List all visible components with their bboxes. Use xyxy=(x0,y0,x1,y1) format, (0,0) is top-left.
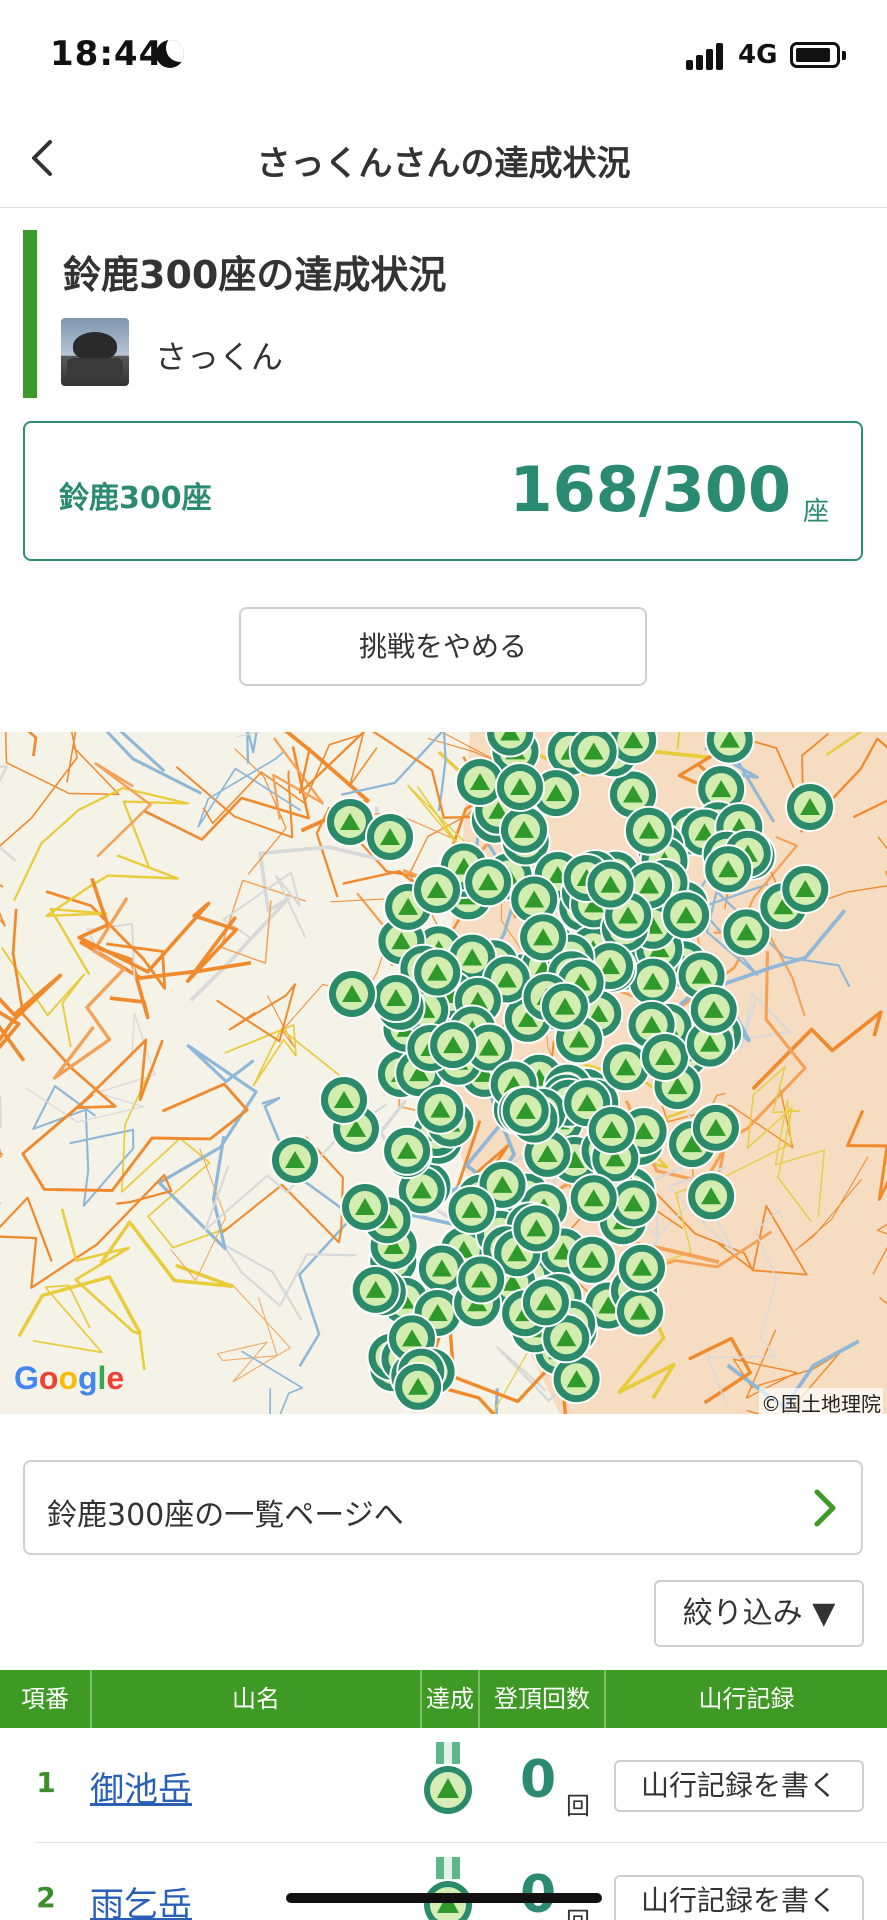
summit-marker[interactable] xyxy=(495,762,545,812)
summit-marker[interactable] xyxy=(568,732,619,777)
page-title: さっくんさんの達成状況 xyxy=(256,144,631,184)
summit-map[interactable]: Google ©国土地理院 xyxy=(0,732,887,1414)
summit-marker[interactable] xyxy=(586,1105,637,1155)
summit-marker[interactable] xyxy=(415,1084,466,1135)
mountain-name-link[interactable]: 御池岳 xyxy=(90,1762,192,1811)
summit-marker[interactable] xyxy=(661,890,712,941)
chevron-right-icon xyxy=(814,1489,836,1527)
progress-card: 鈴鹿300座 168/300 座 xyxy=(23,421,863,561)
map-credit: ©国土地理院 xyxy=(759,1388,883,1414)
header-records: 山行記録 xyxy=(698,1685,795,1713)
header-count[interactable]: 登頂回数 xyxy=(480,1670,606,1728)
table-row: 1 御池岳 0 回 山行記録を書く xyxy=(0,1728,887,1843)
challenge-title: 鈴鹿300座の達成状況 xyxy=(63,253,447,297)
summit-marker[interactable] xyxy=(780,864,831,914)
progress-count: 168/300 xyxy=(509,453,791,526)
summit-marker[interactable] xyxy=(617,1242,667,1293)
summit-marker[interactable] xyxy=(428,1020,479,1071)
signal-icon xyxy=(686,42,726,70)
table-row: 2 雨乞岳 0 回 山行記録を書く xyxy=(0,1843,887,1920)
table-header: 項番 山名 達成 登頂回数 山行記録 xyxy=(0,1670,887,1728)
status-time: 18:44 xyxy=(50,34,164,74)
summit-marker[interactable] xyxy=(703,844,754,895)
row-number: 2 xyxy=(36,1881,56,1914)
list-link-label: 鈴鹿300座の一覧ページへ xyxy=(47,1498,404,1533)
summit-marker[interactable] xyxy=(511,1203,562,1254)
summit-marker[interactable] xyxy=(412,947,463,998)
summit-count-unit: 回 xyxy=(566,1901,590,1920)
summit-marker[interactable] xyxy=(365,812,415,862)
network-label: 4G xyxy=(738,40,778,70)
summit-marker[interactable] xyxy=(615,1286,665,1337)
summit-marker[interactable] xyxy=(327,969,377,1019)
summit-marker[interactable] xyxy=(319,1075,369,1125)
medal-icon xyxy=(424,1857,472,1920)
summit-marker[interactable] xyxy=(623,805,674,856)
summit-marker[interactable] xyxy=(500,1085,551,1136)
summit-marker[interactable] xyxy=(539,981,590,1032)
quit-challenge-button[interactable]: 挑戦をやめる xyxy=(239,607,647,686)
mountain-list-link[interactable]: 鈴鹿300座の一覧ページへ xyxy=(23,1460,863,1555)
summit-marker[interactable] xyxy=(568,1173,619,1224)
summit-marker[interactable] xyxy=(785,782,835,832)
filter-button[interactable]: 絞り込み ▼ xyxy=(654,1580,864,1647)
summit-marker[interactable] xyxy=(456,1254,507,1305)
summit-count-unit: 回 xyxy=(566,1792,590,1820)
summit-marker[interactable] xyxy=(393,1361,444,1412)
avatar[interactable] xyxy=(61,318,129,386)
home-indicator xyxy=(286,1893,602,1903)
row-number: 1 xyxy=(36,1766,56,1799)
user-name[interactable]: さっくん xyxy=(155,332,283,378)
nav-bar: さっくんさんの達成状況 xyxy=(0,110,887,208)
summit-marker[interactable] xyxy=(371,973,422,1023)
summit-marker[interactable] xyxy=(640,1032,690,1082)
summit-marker[interactable] xyxy=(520,1277,571,1328)
summit-count: 0 xyxy=(520,1750,557,1810)
header-no[interactable]: 項番 xyxy=(0,1670,92,1728)
battery-icon xyxy=(790,42,846,68)
summit-marker[interactable] xyxy=(340,1182,390,1232)
summit-marker[interactable] xyxy=(567,1234,617,1285)
summit-marker[interactable] xyxy=(499,804,549,855)
moon-icon xyxy=(156,40,184,68)
summit-marker[interactable] xyxy=(446,1184,497,1235)
map-canvas[interactable] xyxy=(0,732,887,1414)
summit-marker[interactable] xyxy=(690,1102,741,1153)
write-record-button[interactable]: 山行記録を書く xyxy=(614,1875,864,1920)
medal-icon xyxy=(424,1742,472,1814)
header-achieved[interactable]: 達成 xyxy=(422,1670,480,1728)
progress-label: 鈴鹿300座 xyxy=(59,481,212,516)
summit-marker[interactable] xyxy=(350,1264,401,1315)
summit-marker[interactable] xyxy=(686,1171,737,1222)
challenge-header: 鈴鹿300座の達成状況 さっくん xyxy=(23,230,863,398)
header-name[interactable]: 山名 xyxy=(92,1670,422,1728)
summit-marker[interactable] xyxy=(412,865,462,915)
summit-marker[interactable] xyxy=(463,857,514,908)
summit-marker[interactable] xyxy=(585,859,636,910)
write-record-button[interactable]: 山行記録を書く xyxy=(614,1760,864,1812)
status-bar: 18:44 4G xyxy=(0,0,887,110)
google-logo: Google xyxy=(14,1360,125,1396)
summit-marker[interactable] xyxy=(270,1135,320,1185)
summit-marker[interactable] xyxy=(688,984,739,1035)
summit-marker[interactable] xyxy=(382,1125,433,1176)
progress-unit: 座 xyxy=(802,497,829,527)
mountain-name-link[interactable]: 雨乞岳 xyxy=(90,1877,192,1920)
